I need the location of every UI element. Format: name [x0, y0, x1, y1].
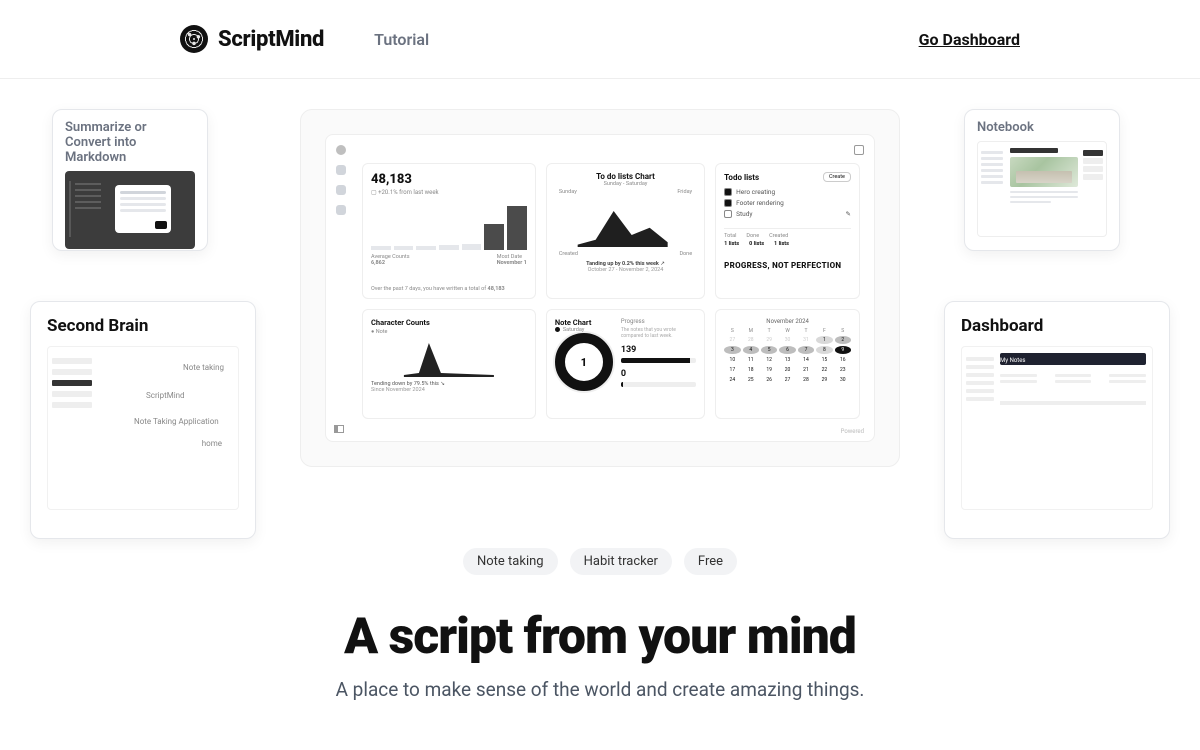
dashboard-preview: My Notes [961, 346, 1153, 510]
stat-tile-todo-chart: To do lists Chart Sunday - Saturday Sund… [546, 163, 705, 299]
rail-icon [336, 165, 346, 175]
create-button: Create [823, 172, 851, 182]
todo-item: Footer rendering [724, 199, 851, 207]
stat-tile-calendar: November 2024 SMTWTFS 272829303112 34567… [715, 309, 860, 419]
card-title: Dashboard [961, 316, 1153, 336]
summarize-preview [65, 171, 195, 249]
brand-logo[interactable]: ScriptMind [180, 25, 324, 53]
stat-tile-todo-list: Todo lists Create Hero creating Footer r… [715, 163, 860, 299]
hero-tags: Note taking Habit tracker Free [0, 548, 1200, 575]
hero-subtitle: A place to make sense of the world and c… [0, 678, 1200, 701]
graph-node: home [202, 439, 222, 448]
card-title: Notebook [977, 120, 1107, 135]
graph-node: Note Taking Application [134, 417, 219, 426]
hero-headline: A script from your mind A place to make … [0, 608, 1200, 701]
graph-node: Note taking [183, 363, 224, 372]
tag-habit-tracker[interactable]: Habit tracker [570, 548, 672, 575]
notebook-preview [977, 141, 1107, 237]
stat-tile-char-counts: Character Counts ● Note Tending down by … [362, 309, 536, 419]
header-left: ScriptMind Tutorial [180, 25, 429, 53]
feature-card-notebook[interactable]: Notebook [964, 109, 1120, 251]
card-title: Second Brain [47, 316, 239, 336]
tag-free[interactable]: Free [684, 548, 737, 575]
second-brain-preview: Note taking ScriptMind Note Taking Appli… [47, 346, 239, 510]
calendar-grid: 272829303112 3456789 10111213141516 1718… [724, 336, 851, 384]
notebook-heading [1010, 148, 1058, 153]
app-rail [334, 145, 348, 215]
stat-tile-total: 48,183 ▢ +20.1% from last week Average C… [362, 163, 536, 299]
preview-footer: Powered [841, 428, 864, 435]
feature-card-summarize[interactable]: Summarize or Convert into Markdown [52, 109, 208, 251]
hero-showcase: Summarize or Convert into Markdown Secon… [0, 109, 1200, 569]
collapse-icon [334, 425, 344, 433]
feature-card-second-brain[interactable]: Second Brain Note taking ScriptMind Note… [30, 301, 256, 539]
stat-tile-note-chart: Note Chart Saturday 1 Progress The notes… [546, 309, 705, 419]
analytics-preview: Powered 48,183 ▢ +20.1% from last week A… [325, 134, 875, 442]
avatar-icon [336, 145, 346, 155]
nav-tutorial[interactable]: Tutorial [374, 30, 429, 49]
nav-go-dashboard[interactable]: Go Dashboard [919, 30, 1020, 49]
fingerprint-icon [180, 25, 208, 53]
dashboard-heading: My Notes [1000, 357, 1026, 364]
brand-name: ScriptMind [218, 27, 324, 52]
rail-icon [336, 185, 346, 195]
feature-card-analytics[interactable]: Powered 48,183 ▢ +20.1% from last week A… [300, 109, 900, 467]
todo-item: Study✎ [724, 210, 851, 218]
hero-title: A script from your mind [0, 608, 1200, 666]
spike-chart-icon [371, 337, 527, 377]
donut-chart-icon: 1 [555, 333, 613, 391]
feature-card-dashboard[interactable]: Dashboard My Notes [944, 301, 1170, 539]
card-title: Summarize or Convert into Markdown [65, 120, 195, 165]
expand-icon [854, 145, 864, 155]
area-chart-icon [555, 199, 696, 247]
todo-item: Hero creating [724, 188, 851, 196]
stat-value: 48,183 [371, 172, 527, 187]
tag-note-taking[interactable]: Note taking [463, 548, 558, 575]
rail-icon [336, 205, 346, 215]
graph-node: ScriptMind [146, 391, 185, 400]
site-header: ScriptMind Tutorial Go Dashboard [0, 0, 1200, 79]
